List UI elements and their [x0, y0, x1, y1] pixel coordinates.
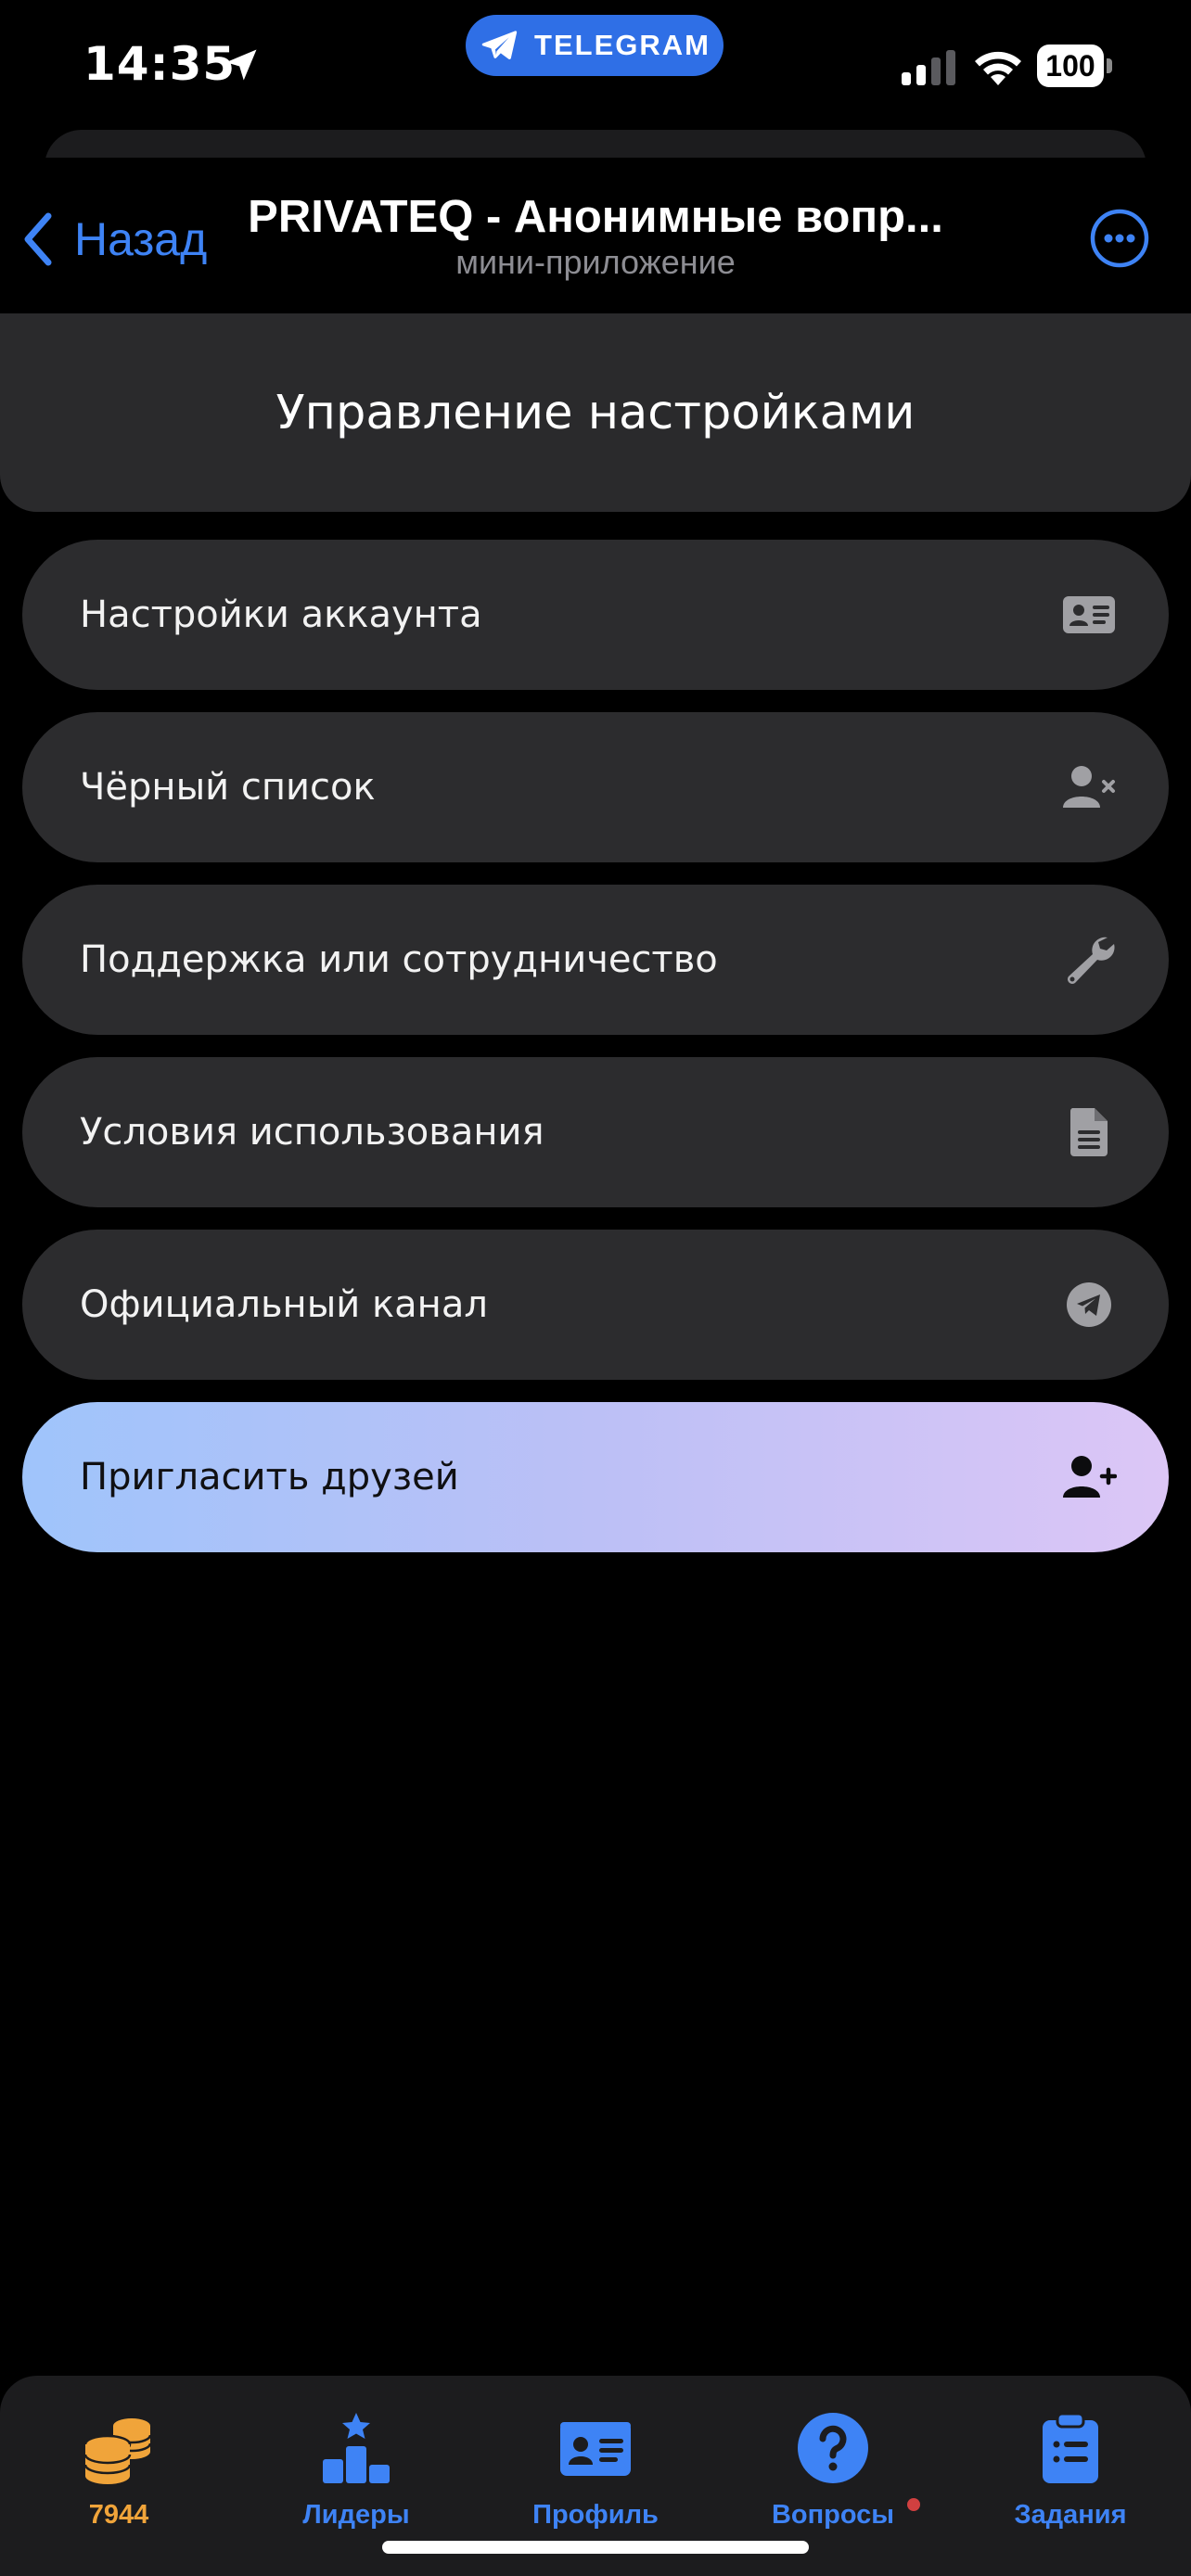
menu-item-terms[interactable]: Условия использования	[22, 1057, 1169, 1207]
battery-level: 100	[1037, 45, 1104, 87]
tab-label: Задания	[1014, 2500, 1127, 2530]
status-bar: 14:35 TELEGRAM 100	[0, 0, 1191, 130]
menu-item-label: Поддержка или сотрудничество	[80, 938, 718, 981]
tab-coins[interactable]: 7944	[0, 2376, 237, 2543]
user-block-icon	[1063, 766, 1115, 808]
app-title: PRIVATEQ - Анонимные вопр...	[248, 192, 943, 242]
status-time: 14:35	[83, 37, 237, 91]
home-indicator[interactable]	[382, 2541, 809, 2554]
telegram-icon	[1067, 1282, 1111, 1327]
back-label: Назад	[74, 213, 208, 265]
menu-item-official-channel[interactable]: Официальный канал	[22, 1230, 1169, 1380]
cellular-signal-icon	[902, 50, 955, 85]
menu-item-label: Пригласить друзей	[80, 1456, 459, 1498]
menu-item-label: Официальный канал	[80, 1283, 488, 1326]
location-arrow-icon	[225, 49, 257, 81]
telegram-badge[interactable]: TELEGRAM	[466, 15, 724, 76]
profile-card-icon	[560, 2422, 631, 2476]
leaderboard-icon	[323, 2413, 390, 2483]
document-icon	[1069, 1108, 1108, 1156]
tab-profile[interactable]: Профиль	[477, 2376, 714, 2543]
menu-item-label: Условия использования	[80, 1111, 544, 1154]
id-card-icon	[1063, 596, 1115, 633]
menu-item-support[interactable]: Поддержка или сотрудничество	[22, 885, 1169, 1035]
user-plus-icon	[1063, 1456, 1117, 1498]
battery-indicator: 100	[1037, 45, 1113, 87]
telegram-badge-label: TELEGRAM	[534, 29, 711, 61]
notification-dot	[907, 2498, 920, 2511]
tasks-clipboard-icon	[1043, 2412, 1098, 2483]
tab-label: Лидеры	[302, 2500, 410, 2530]
app-subtitle: мини-приложение	[455, 243, 736, 281]
settings-header: Управление настройками	[0, 313, 1191, 512]
wifi-icon	[975, 51, 1021, 85]
coins-count: 7944	[88, 2500, 149, 2530]
wrench-icon	[1068, 937, 1115, 984]
chevron-left-icon	[24, 212, 52, 266]
back-button[interactable]: Назад	[17, 202, 207, 276]
battery-tip	[1107, 58, 1112, 73]
menu-item-label: Чёрный список	[80, 766, 376, 809]
menu-item-blacklist[interactable]: Чёрный список	[22, 712, 1169, 862]
tab-label: Профиль	[532, 2500, 659, 2530]
menu-item-invite-friends[interactable]: Пригласить друзей	[22, 1402, 1169, 1552]
tab-questions[interactable]: Вопросы	[714, 2376, 952, 2543]
more-options-icon[interactable]	[1089, 208, 1150, 269]
question-icon	[798, 2413, 868, 2483]
menu-item-account-settings[interactable]: Настройки аккаунта	[22, 540, 1169, 690]
menu-item-label: Настройки аккаунта	[80, 593, 482, 636]
tab-tasks[interactable]: Задания	[952, 2376, 1189, 2543]
nav-header: Назад PRIVATEQ - Анонимные вопр... мини-…	[0, 158, 1191, 313]
coins-icon	[83, 2418, 152, 2484]
telegram-plane-icon	[481, 31, 518, 60]
page-title: Управление настройками	[275, 385, 916, 440]
tab-leaders[interactable]: Лидеры	[237, 2376, 475, 2543]
